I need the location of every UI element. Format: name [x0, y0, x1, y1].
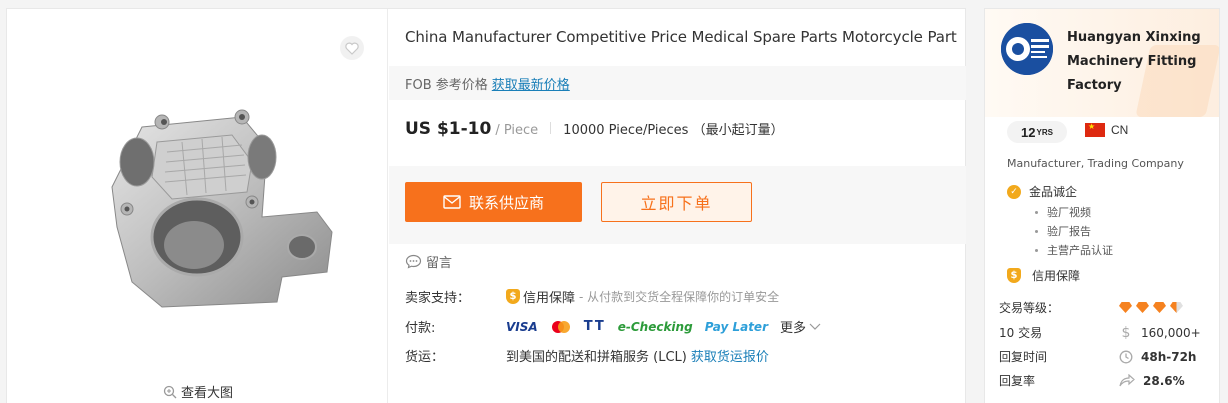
- response-rate-label: 回复率: [999, 374, 1036, 388]
- shipping-text: 到美国的配送和拼箱服务 (LCL): [506, 350, 687, 365]
- shipping-row: 货运： 到美国的配送和拼箱服务 (LCL) 获取货运报价: [405, 346, 769, 365]
- product-card: 查看大图 China Manufacturer Competitive Pric…: [6, 8, 966, 403]
- fob-row: FOB 参考价格 获取最新价格: [389, 66, 966, 100]
- china-flag-icon: [1085, 123, 1105, 137]
- shipping-quote-link[interactable]: 获取货运报价: [691, 346, 769, 365]
- transactions-row: 10 交易 $ 160,000+: [999, 324, 1211, 341]
- message-link[interactable]: 留言: [405, 252, 452, 271]
- diamond-icon: [1153, 302, 1166, 313]
- business-type: Manufacturer, Trading Company: [1007, 157, 1184, 170]
- contact-supplier-button[interactable]: 联系供应商: [405, 182, 582, 222]
- view-large-image[interactable]: 查看大图: [163, 382, 233, 401]
- gold-supplier: ✓ 金品诚企: [1007, 183, 1077, 200]
- action-band: 联系供应商 立即下单: [389, 166, 966, 244]
- product-info: China Manufacturer Competitive Price Med…: [389, 9, 966, 403]
- trade-level-label: 交易等级：: [999, 301, 1060, 315]
- divider: [550, 122, 552, 134]
- years-badge: 12 YRS: [1007, 121, 1067, 143]
- company-logo-icon: [1001, 23, 1053, 75]
- price-unit: / Piece: [495, 123, 539, 138]
- response-rate-row: 回复率 28.6%: [999, 372, 1211, 389]
- pay-later-icon: Pay Later: [704, 319, 768, 334]
- min-order-quantity: 10000 Piece/Pieces （最小起订量）: [563, 123, 784, 138]
- transactions-value: 160,000+: [1141, 325, 1201, 340]
- list-item[interactable]: 验厂视频: [1031, 203, 1113, 222]
- list-item[interactable]: 主营产品认证: [1031, 241, 1113, 260]
- message-label: 留言: [426, 256, 453, 271]
- reply-arrow-icon: [1119, 374, 1135, 387]
- price-row: US $1-10 / Piece 10000 Piece/Pieces （最小起…: [405, 119, 784, 139]
- supplier-trade-assurance: $ 信用保障: [1007, 267, 1080, 284]
- latest-price-link[interactable]: 获取最新价格: [492, 78, 570, 93]
- supplier-trade-assurance-label: 信用保障: [1032, 269, 1081, 283]
- payment-row: 付款: VISA TT e-Checking Pay Later 更多: [405, 317, 821, 336]
- trade-assurance-desc: - 从付款到交货全程保障你的订单安全: [579, 290, 780, 304]
- payment-methods: VISA TT e-Checking Pay Later 更多: [506, 317, 821, 336]
- shipping-label: 货运：: [405, 350, 445, 365]
- trade-assurance-label[interactable]: 信用保障: [523, 287, 575, 306]
- diamond-icon: [1119, 302, 1132, 313]
- order-now-button[interactable]: 立即下单: [601, 182, 752, 222]
- supplier-name[interactable]: Huangyan Xinxing Machinery Fitting Facto…: [1067, 26, 1207, 98]
- country: CN: [1085, 123, 1128, 137]
- zoom-in-icon: [163, 385, 177, 398]
- price-range: US $1-10: [405, 119, 492, 139]
- product-image[interactable]: [102, 107, 337, 312]
- response-time-row: 回复时间 48h-72h: [999, 348, 1211, 365]
- transactions-label: 10 交易: [999, 326, 1043, 340]
- diamond-half-icon: [1170, 302, 1183, 313]
- favorite-button[interactable]: [340, 36, 364, 60]
- trade-assurance-icon: $: [506, 289, 520, 304]
- response-rate-value: 28.6%: [1143, 373, 1185, 388]
- mail-icon: [443, 195, 461, 209]
- seller-support-label: 卖家支持：: [405, 291, 471, 306]
- verification-list: 验厂视频 验厂报告 主营产品认证: [1031, 203, 1113, 260]
- fob-label: FOB 参考价格: [405, 78, 488, 93]
- gold-badge-icon: ✓: [1007, 184, 1021, 199]
- heart-icon: [345, 42, 359, 55]
- contact-supplier-label: 联系供应商: [468, 193, 544, 212]
- trade-level-diamonds: [1119, 302, 1183, 313]
- supplier-card: Huangyan Xinxing Machinery Fitting Facto…: [984, 8, 1220, 403]
- payment-label: 付款:: [405, 321, 436, 336]
- more-payment-label: 更多: [779, 321, 806, 336]
- visa-icon: VISA: [506, 319, 538, 334]
- diamond-icon: [1136, 302, 1149, 313]
- seller-support-row: 卖家支持： $ 信用保障 - 从付款到交货全程保障你的订单安全: [405, 287, 779, 306]
- chevron-down-icon: [809, 323, 821, 330]
- supplier-logo[interactable]: [1001, 23, 1053, 75]
- trade-assurance-icon: $: [1007, 268, 1021, 283]
- more-payment-button[interactable]: 更多: [780, 317, 821, 336]
- response-time-label: 回复时间: [999, 350, 1048, 364]
- trade-level-row: 交易等级：: [999, 299, 1211, 316]
- mastercard-icon: [551, 320, 570, 333]
- years-unit: YRS: [1036, 127, 1053, 137]
- zoom-label: 查看大图: [181, 386, 234, 401]
- chat-bubble-icon: [405, 254, 422, 269]
- clock-icon: [1119, 350, 1133, 363]
- supplier-header: Huangyan Xinxing Machinery Fitting Facto…: [985, 9, 1219, 117]
- product-gallery: 查看大图: [7, 9, 388, 403]
- response-time-value: 48h-72h: [1141, 349, 1197, 364]
- years-value: 12: [1021, 124, 1036, 140]
- tt-icon: TT: [583, 319, 606, 334]
- list-item[interactable]: 验厂报告: [1031, 222, 1113, 241]
- product-title: China Manufacturer Competitive Price Med…: [405, 28, 957, 46]
- e-checking-icon: e-Checking: [617, 319, 693, 334]
- gold-supplier-label: 金品诚企: [1029, 185, 1078, 199]
- country-code: CN: [1111, 123, 1129, 137]
- dollar-icon: $: [1121, 324, 1131, 341]
